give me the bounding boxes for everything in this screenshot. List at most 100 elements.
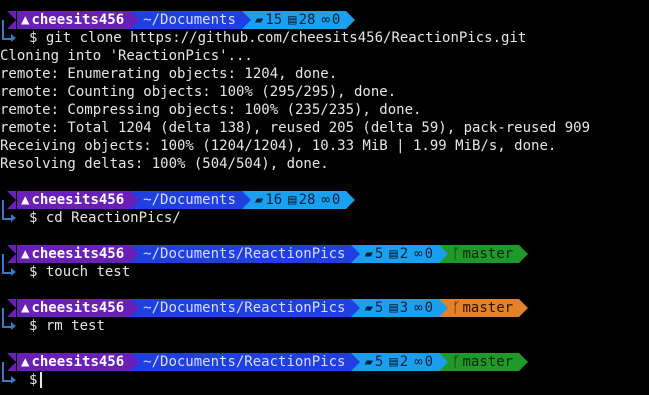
current-path: ~/Documents/ReactionPics — [143, 354, 346, 370]
git-segment: ᚴ master — [439, 353, 529, 371]
path-segment: ~/Documents/ReactionPics — [130, 353, 361, 371]
output-line: remote: Compressing objects: 100% (235/2… — [0, 102, 422, 118]
output-line: Cloning into 'ReactionPics'... — [0, 48, 253, 64]
file-count: 2 — [399, 354, 409, 370]
stats-segment: ▰ 15 ▤ 28 ∞ 0 — [241, 11, 356, 29]
current-path: ~/Documents — [143, 12, 236, 28]
file-count: 3 — [399, 300, 409, 316]
folder-icon: ▰ — [364, 300, 373, 316]
link-count: 0 — [424, 354, 434, 370]
stats-segment: ▰ 16 ▤ 28 ∞ 0 — [241, 191, 356, 209]
current-path: ~/Documents — [143, 192, 236, 208]
text-cursor — [40, 372, 43, 388]
command-line: $ touch test — [29, 263, 130, 281]
file-count: 28 — [298, 12, 316, 28]
git-branch-icon: ᚴ — [452, 354, 461, 370]
command-text: cd ReactionPics/ — [45, 210, 181, 226]
link-icon: ∞ — [414, 300, 423, 316]
git-branch-icon: ᚴ — [452, 246, 461, 262]
file-count: 28 — [298, 192, 316, 208]
user-segment: ▲ cheesits456 — [6, 191, 140, 209]
prompt-symbol: $ — [29, 372, 38, 388]
arch-logo-icon: ▲ — [21, 354, 30, 370]
stats-segment: ▰ 5 ▤ 3 ∞ 0 — [351, 299, 448, 317]
prompt-bar: ▲ cheesits456 ~/Documents/ReactionPics ▰… — [6, 245, 529, 263]
prompt-symbol: $ — [29, 30, 38, 46]
prompt-bar: ▲ cheesits456 ~/Documents ▰ 15 ▤ 28 ∞ 0 — [6, 11, 356, 29]
arch-logo-icon: ▲ — [21, 246, 30, 262]
file-icon: ▤ — [389, 246, 398, 262]
link-count: 0 — [331, 192, 341, 208]
stats-segment: ▰ 5 ▤ 2 ∞ 0 — [351, 353, 448, 371]
path-segment: ~/Documents/ReactionPics — [130, 245, 361, 263]
file-count: 2 — [399, 246, 409, 262]
git-branch: master — [462, 246, 514, 262]
link-count: 0 — [424, 246, 434, 262]
git-branch: master — [462, 300, 514, 316]
arch-logo-icon: ▲ — [21, 300, 30, 316]
command-text: git clone https://github.com/cheesits456… — [45, 30, 527, 46]
prompt-symbol: $ — [29, 318, 38, 334]
command-text: rm test — [45, 318, 105, 334]
user-segment: ▲ cheesits456 — [6, 245, 140, 263]
command-line: $ git clone https://github.com/cheesits4… — [29, 29, 526, 47]
prompt-arrow-icon — [11, 322, 16, 330]
git-segment: ᚴ master — [439, 245, 529, 263]
user-segment: ▲ cheesits456 — [6, 353, 140, 371]
prompt-arrow-icon — [11, 376, 16, 384]
username: cheesits456 — [31, 192, 125, 208]
link-count: 0 — [424, 300, 434, 316]
link-icon: ∞ — [321, 192, 330, 208]
dir-count: 16 — [265, 192, 283, 208]
git-branch: master — [462, 354, 514, 370]
file-icon: ▤ — [288, 12, 297, 28]
output-line: Receiving objects: 100% (1204/1204), 10.… — [0, 138, 557, 154]
username: cheesits456 — [31, 354, 125, 370]
prompt-arrow-icon — [11, 214, 16, 222]
path-segment: ~/Documents — [130, 11, 251, 29]
command-line: $ cd ReactionPics/ — [29, 209, 181, 227]
output-line: remote: Counting objects: 100% (295/295)… — [0, 84, 397, 100]
link-icon: ∞ — [414, 246, 423, 262]
user-segment: ▲ cheesits456 — [6, 299, 140, 317]
git-branch-icon: ᚴ — [452, 300, 461, 316]
prompt-bar: ▲ cheesits456 ~/Documents/ReactionPics ▰… — [6, 299, 529, 317]
file-icon: ▤ — [389, 300, 398, 316]
terminal-window[interactable]: ▲ cheesits456 ~/Documents ▰ 15 ▤ 28 ∞ 0 $ g… — [0, 0, 649, 395]
prompt-symbol: $ — [29, 210, 38, 226]
path-segment: ~/Documents — [130, 191, 251, 209]
dir-count: 5 — [374, 246, 384, 262]
dir-count: 15 — [265, 12, 283, 28]
link-icon: ∞ — [414, 354, 423, 370]
git-segment: ᚴ master — [439, 299, 529, 317]
link-icon: ∞ — [321, 12, 330, 28]
output-line: remote: Total 1204 (delta 138), reused 2… — [0, 120, 591, 136]
output-line: remote: Enumerating objects: 1204, done. — [0, 66, 338, 82]
username: cheesits456 — [31, 12, 125, 28]
dir-count: 5 — [374, 300, 384, 316]
dir-count: 5 — [374, 354, 384, 370]
path-segment: ~/Documents/ReactionPics — [130, 299, 361, 317]
file-icon: ▤ — [288, 192, 297, 208]
arch-logo-icon: ▲ — [21, 12, 30, 28]
output-line: Resolving deltas: 100% (504/504), done. — [0, 156, 329, 172]
current-path: ~/Documents/ReactionPics — [143, 300, 346, 316]
prompt-arrow-icon — [11, 34, 16, 42]
arch-logo-icon: ▲ — [21, 192, 30, 208]
command-line: $ rm test — [29, 317, 105, 335]
user-segment: ▲ cheesits456 — [6, 11, 140, 29]
folder-icon: ▰ — [254, 192, 264, 208]
folder-icon: ▰ — [254, 12, 264, 28]
command-input[interactable]: $ — [29, 371, 43, 389]
username: cheesits456 — [31, 246, 125, 262]
stats-segment: ▰ 5 ▤ 2 ∞ 0 — [351, 245, 448, 263]
command-text: touch test — [45, 264, 131, 280]
file-icon: ▤ — [389, 354, 398, 370]
prompt-bar: ▲ cheesits456 ~/Documents/ReactionPics ▰… — [6, 353, 529, 371]
folder-icon: ▰ — [364, 246, 373, 262]
username: cheesits456 — [31, 300, 125, 316]
prompt-symbol: $ — [29, 264, 38, 280]
link-count: 0 — [331, 12, 341, 28]
folder-icon: ▰ — [364, 354, 373, 370]
current-path: ~/Documents/ReactionPics — [143, 246, 346, 262]
